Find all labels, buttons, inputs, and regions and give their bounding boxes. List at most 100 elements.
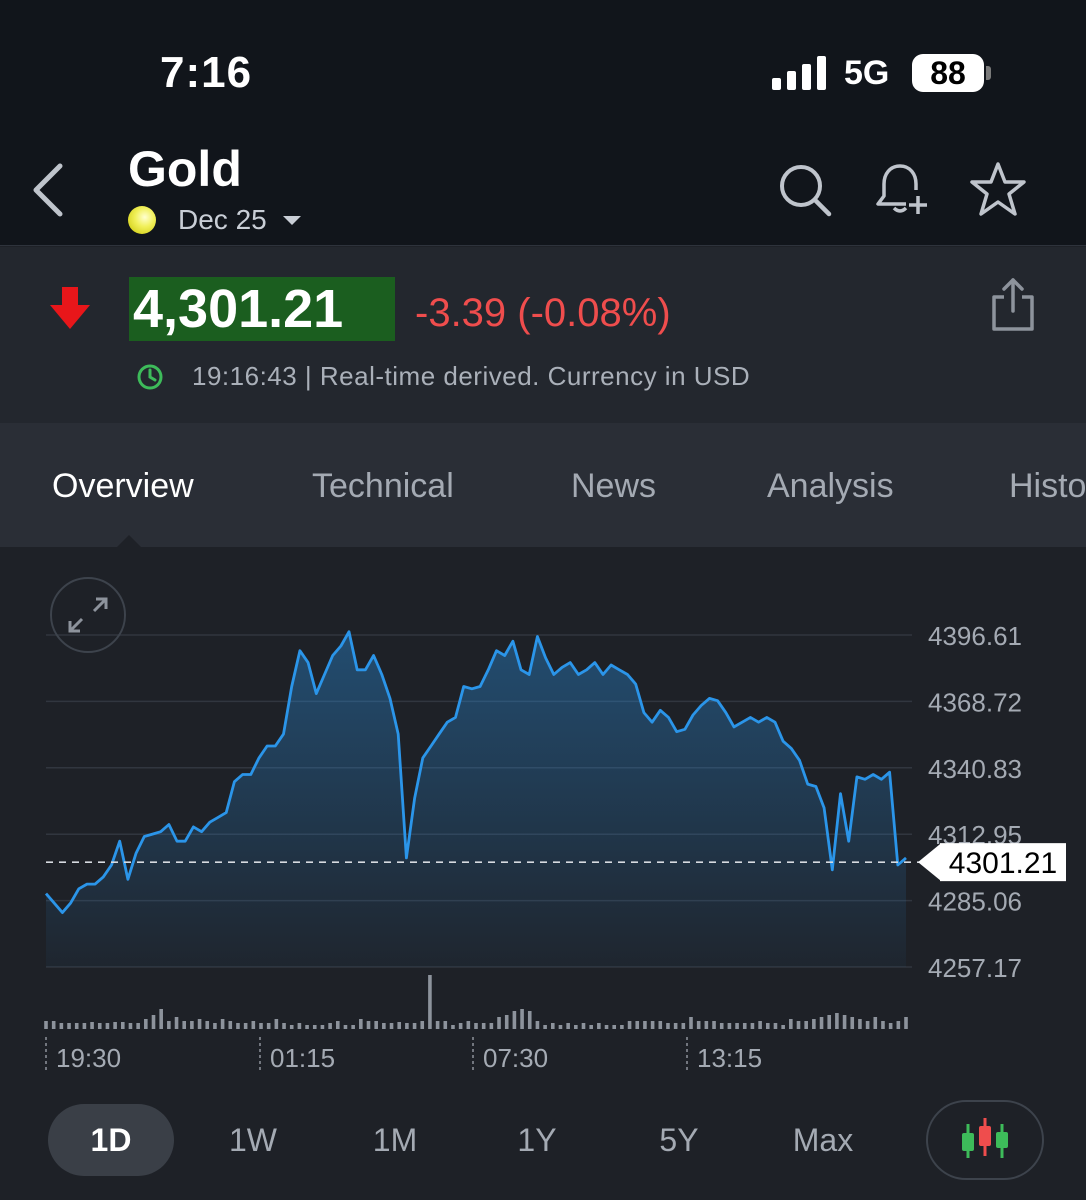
volume-bar: [74, 1023, 79, 1029]
volume-bar: [904, 1017, 908, 1029]
search-icon[interactable]: [775, 160, 835, 220]
volume-bar: [850, 1017, 855, 1029]
tab-news[interactable]: News: [571, 467, 656, 506]
volume-bar: [819, 1017, 824, 1029]
volume-bar: [374, 1021, 378, 1029]
volume-bar: [113, 1022, 117, 1029]
signal-icon: [772, 56, 826, 90]
volume-bar: [589, 1025, 593, 1029]
volume-bar: [620, 1025, 624, 1029]
volume-bar: [520, 1009, 524, 1029]
volume-bar: [359, 1019, 363, 1029]
volume-bar: [881, 1021, 885, 1029]
volume-bar: [673, 1023, 678, 1029]
network-label: 5G: [844, 54, 890, 92]
volume-bar: [466, 1021, 471, 1029]
star-icon[interactable]: [968, 160, 1028, 220]
volume-bar: [213, 1023, 217, 1029]
volume-bar: [128, 1023, 133, 1029]
volume-bar: [451, 1025, 455, 1029]
volume-bar: [612, 1025, 617, 1029]
volume-bar: [282, 1023, 286, 1029]
volume-bar: [44, 1021, 48, 1029]
volume-bar: [796, 1021, 801, 1029]
volume-bar: [435, 1021, 440, 1029]
volume-bar: [236, 1023, 240, 1029]
volume-bar: [742, 1023, 747, 1029]
add-alert-bell-icon[interactable]: [872, 160, 932, 220]
volume-bar: [481, 1023, 486, 1029]
chevron-down-icon: [282, 215, 301, 225]
y-tick-label: 4257.17: [928, 953, 1022, 983]
volume-bar: [167, 1021, 171, 1029]
volume-bar: [643, 1021, 647, 1029]
volume-bar: [90, 1022, 94, 1029]
volume-bar: [105, 1023, 110, 1029]
volume-bar: [420, 1021, 425, 1029]
volume-bar: [220, 1019, 225, 1029]
price-chart[interactable]: 4396.61 4368.72 4340.83 4312.95 4285.06 4257.…: [0, 547, 1086, 1087]
tab-analysis[interactable]: Analysis: [767, 467, 894, 506]
volume-bar: [535, 1021, 540, 1029]
volume-bar: [312, 1025, 317, 1029]
volume-bar: [144, 1019, 148, 1029]
x-tick-label: 07:30: [483, 1043, 548, 1073]
x-tick-label: 13:15: [697, 1043, 762, 1073]
quote-timestamp: 19:16:43 | Real-time derived. Currency i…: [192, 361, 751, 391]
volume-bar: [719, 1023, 724, 1029]
volume-bar: [773, 1023, 778, 1029]
range-1m-button[interactable]: 1M: [342, 1104, 448, 1176]
volume-bar: [320, 1025, 325, 1029]
volume-bar: [228, 1021, 233, 1029]
candlestick-icon: [962, 1118, 1008, 1158]
volume-bar: [489, 1023, 494, 1029]
volume-bar: [835, 1013, 839, 1029]
volume-bar: [343, 1025, 348, 1029]
volume-bar: [51, 1021, 56, 1029]
contract-selector[interactable]: Dec 25: [128, 204, 301, 236]
volume-bar: [289, 1025, 294, 1029]
range-1y-button[interactable]: 1Y: [484, 1104, 590, 1176]
volume-bar: [174, 1017, 179, 1029]
volume-bar: [366, 1021, 371, 1029]
volume-bar: [735, 1023, 739, 1029]
candlestick-toggle-button[interactable]: [926, 1100, 1044, 1180]
volume-bar: [812, 1019, 816, 1029]
expand-chart-button[interactable]: [50, 577, 126, 653]
range-1d-button[interactable]: 1D: [48, 1104, 174, 1176]
tab-overview[interactable]: Overview: [52, 467, 194, 506]
x-tick-label: 01:15: [270, 1043, 335, 1073]
volume-bar: [67, 1023, 71, 1029]
tab-historical[interactable]: Histo: [1009, 467, 1086, 506]
volume-bar: [842, 1015, 847, 1029]
back-arrow-icon[interactable]: [30, 160, 70, 220]
app-header: Gold Dec 25: [0, 130, 1086, 246]
volume-bar: [251, 1021, 256, 1029]
range-5y-button[interactable]: 5Y: [626, 1104, 732, 1176]
volume-bar: [604, 1025, 609, 1029]
contract-label: Dec 25: [178, 204, 267, 235]
volume-bar: [97, 1023, 102, 1029]
volume-bar: [658, 1021, 663, 1029]
volume-bar: [405, 1023, 409, 1029]
volume-bar: [827, 1015, 832, 1029]
range-1w-button[interactable]: 1W: [200, 1104, 306, 1176]
volume-bar: [443, 1021, 448, 1029]
price-change: -3.39 (-0.08%): [415, 291, 671, 335]
quote-panel: 4,301.21 -3.39 (-0.08%) 19:16:43 | Real-…: [0, 247, 1086, 423]
range-max-button[interactable]: Max: [768, 1104, 878, 1176]
volume-bar: [351, 1025, 355, 1029]
volume-bar: [305, 1025, 309, 1029]
volume-bar: [696, 1021, 701, 1029]
volume-bar: [865, 1021, 870, 1029]
volume-bar: [397, 1022, 402, 1029]
volume-bar: [873, 1017, 878, 1029]
y-tick-label: 4368.72: [928, 687, 1022, 717]
volume-bar: [274, 1019, 279, 1029]
battery-icon: 88: [912, 54, 984, 92]
volume-bar: [182, 1021, 187, 1029]
volume-bar: [458, 1023, 463, 1029]
status-time: 7:16: [160, 48, 253, 97]
tab-technical[interactable]: Technical: [312, 467, 454, 506]
share-icon[interactable]: [990, 277, 1036, 333]
